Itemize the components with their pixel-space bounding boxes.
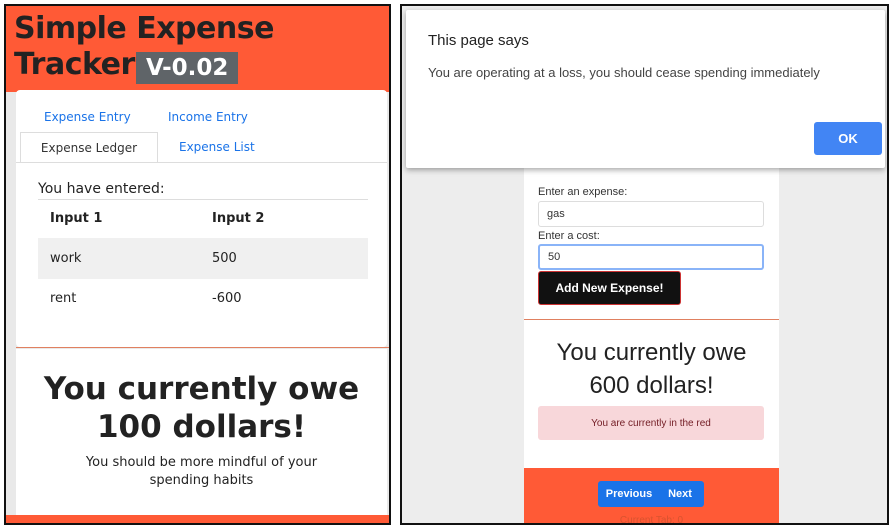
table-cell: work [50, 251, 82, 266]
current-tab-indicator: Current Tab: 0 [619, 515, 684, 525]
balance-line2: 100 dollars! [96, 409, 307, 445]
balance-line1: You currently owe [556, 339, 747, 366]
cost-input[interactable]: 50 [538, 244, 764, 270]
dialog-title: This page says [428, 32, 529, 49]
add-expense-button[interactable]: Add New Expense! [538, 271, 681, 305]
balance-message: You currently owe 100 dollars! [16, 370, 387, 446]
entry-screenshot-panel: Enter an expense: gas Enter a cost: 50 A… [400, 4, 889, 525]
table-row [38, 238, 368, 279]
table-header-input1: Input 1 [50, 211, 103, 226]
app-title-line2: Tracker [14, 47, 135, 82]
next-button[interactable]: Next [660, 481, 700, 507]
balance-line1: You currently owe [43, 371, 360, 407]
entered-label: You have entered: [38, 181, 165, 197]
table-cell: 500 [212, 251, 237, 266]
table-header-input2: Input 2 [212, 211, 265, 226]
footer-banner [6, 515, 389, 523]
balance-line2: 600 dollars! [589, 372, 714, 399]
tab-divider [16, 162, 387, 163]
alert-dialog: This page says You are operating at a lo… [406, 10, 885, 168]
pager-buttons: Previous Next [598, 481, 704, 507]
tab-expense-entry[interactable]: Expense Entry [44, 110, 131, 124]
ok-button[interactable]: OK [814, 122, 882, 155]
balance-message: You currently owe 600 dollars! [524, 336, 779, 402]
advice-text: You should be more mindful of your spend… [56, 454, 347, 490]
tab-income-entry[interactable]: Income Entry [168, 110, 248, 124]
red-status-alert: You are currently in the red [538, 406, 764, 440]
cost-label: Enter a cost: [538, 230, 600, 242]
tab-expense-ledger[interactable]: Expense Ledger [20, 132, 158, 163]
table-cell: -600 [212, 291, 242, 306]
section-divider [16, 347, 389, 348]
tab-expense-list[interactable]: Expense List [179, 140, 255, 154]
expense-label: Enter an expense: [538, 186, 628, 198]
expense-input[interactable]: gas [538, 201, 764, 227]
dialog-message: You are operating at a loss, you should … [428, 65, 820, 80]
table-top-rule [38, 199, 368, 200]
previous-button[interactable]: Previous [598, 481, 660, 507]
app-title-line1: Simple Expense [14, 11, 274, 46]
table-cell: rent [50, 291, 77, 306]
advice-line2: spending habits [149, 473, 254, 488]
version-badge: V-0.02 [136, 52, 239, 84]
ledger-screenshot-panel: Simple Expense Tracker V-0.02 Expense En… [4, 4, 391, 525]
advice-line1: You should be more mindful of your [85, 455, 318, 470]
